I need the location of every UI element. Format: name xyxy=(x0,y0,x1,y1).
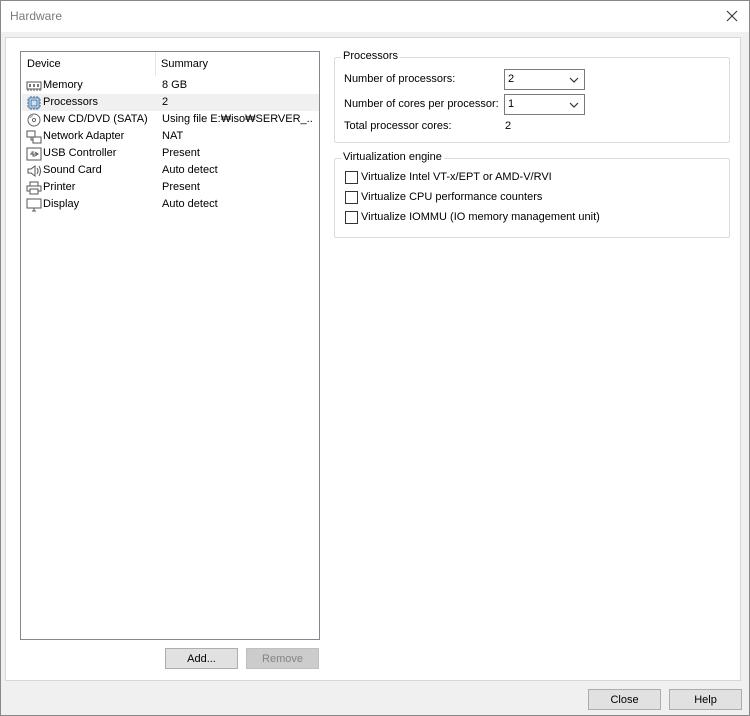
num-processors-value: 2 xyxy=(508,73,515,85)
window-title: Hardware xyxy=(10,9,63,23)
device-summary: 8 GB xyxy=(162,79,188,91)
device-row-network-adapter[interactable]: Network Adapter NAT xyxy=(22,128,319,145)
cores-per-processor-label: Number of cores per processor: xyxy=(344,98,499,110)
device-name: Memory xyxy=(43,79,83,91)
device-row-memory[interactable]: Memory 8 GB xyxy=(22,77,319,94)
cd-dvd-icon xyxy=(26,112,42,127)
device-name: New CD/DVD (SATA) xyxy=(43,113,148,125)
processors-group-title: Processors xyxy=(341,50,401,62)
num-processors-select[interactable]: 2 xyxy=(504,69,585,90)
device-name: Display xyxy=(43,198,80,210)
virtualize-vtx-label[interactable]: Virtualize Intel VT-x/EPT or AMD-V/RVI xyxy=(361,171,552,183)
virtualize-cpu-counters-label[interactable]: Virtualize CPU performance counters xyxy=(361,191,542,203)
virtualize-cpu-counters-checkbox[interactable] xyxy=(345,191,358,204)
device-name: Sound Card xyxy=(43,164,102,176)
total-cores-label: Total processor cores: xyxy=(344,120,452,132)
virtualize-iommu-checkbox[interactable] xyxy=(345,211,358,224)
cores-per-processor-value: 1 xyxy=(508,98,515,110)
device-name: Network Adapter xyxy=(43,130,125,142)
usb-icon xyxy=(26,146,42,161)
chevron-down-icon xyxy=(569,102,579,108)
device-row-printer[interactable]: Printer Present xyxy=(22,179,319,196)
device-summary: Auto detect xyxy=(162,164,218,176)
device-column-header[interactable]: Device xyxy=(27,58,61,70)
total-cores-value: 2 xyxy=(505,120,512,132)
device-summary: Using file E:₩iso₩SERVER_... xyxy=(162,113,312,125)
column-divider[interactable] xyxy=(155,52,156,76)
device-summary: Auto detect xyxy=(162,198,218,210)
speaker-icon xyxy=(26,163,42,178)
virtualization-group-title: Virtualization engine xyxy=(341,151,444,163)
virtualize-vtx-checkbox[interactable] xyxy=(345,171,358,184)
device-summary: NAT xyxy=(162,130,184,142)
close-button[interactable]: Close xyxy=(588,689,661,710)
close-window-button[interactable] xyxy=(721,5,743,27)
processor-icon xyxy=(26,95,42,110)
printer-icon xyxy=(26,180,42,195)
device-name: Printer xyxy=(43,181,76,193)
network-adapter-icon xyxy=(26,129,42,144)
device-row-cd-dvd[interactable]: New CD/DVD (SATA) Using file E:₩iso₩SERV… xyxy=(22,111,319,128)
device-name: Processors xyxy=(43,96,99,108)
cores-per-processor-select[interactable]: 1 xyxy=(504,94,585,115)
chevron-down-icon xyxy=(569,77,579,83)
device-row-display[interactable]: Display Auto detect xyxy=(22,196,319,213)
device-row-usb-controller[interactable]: USB Controller Present xyxy=(22,145,319,162)
device-list: Device Summary Memory 8 GB Processors 2 … xyxy=(20,51,320,640)
help-button[interactable]: Help xyxy=(669,689,742,710)
device-list-header: Device Summary xyxy=(21,52,319,76)
num-processors-label: Number of processors: xyxy=(344,73,456,85)
device-summary: 2 xyxy=(162,96,169,108)
virtualize-iommu-label[interactable]: Virtualize IOMMU (IO memory management u… xyxy=(361,211,600,223)
summary-column-header[interactable]: Summary xyxy=(161,58,208,70)
add-device-button[interactable]: Add... xyxy=(165,648,238,669)
monitor-icon xyxy=(26,197,42,212)
memory-icon xyxy=(26,78,42,93)
title-bar: Hardware xyxy=(1,1,749,32)
close-icon xyxy=(726,10,738,22)
device-row-processors[interactable]: Processors 2 xyxy=(22,94,319,111)
device-summary: Present xyxy=(162,181,200,193)
device-row-sound-card[interactable]: Sound Card Auto detect xyxy=(22,162,319,179)
remove-device-button[interactable]: Remove xyxy=(246,648,319,669)
device-name: USB Controller xyxy=(43,147,117,159)
device-summary: Present xyxy=(162,147,200,159)
